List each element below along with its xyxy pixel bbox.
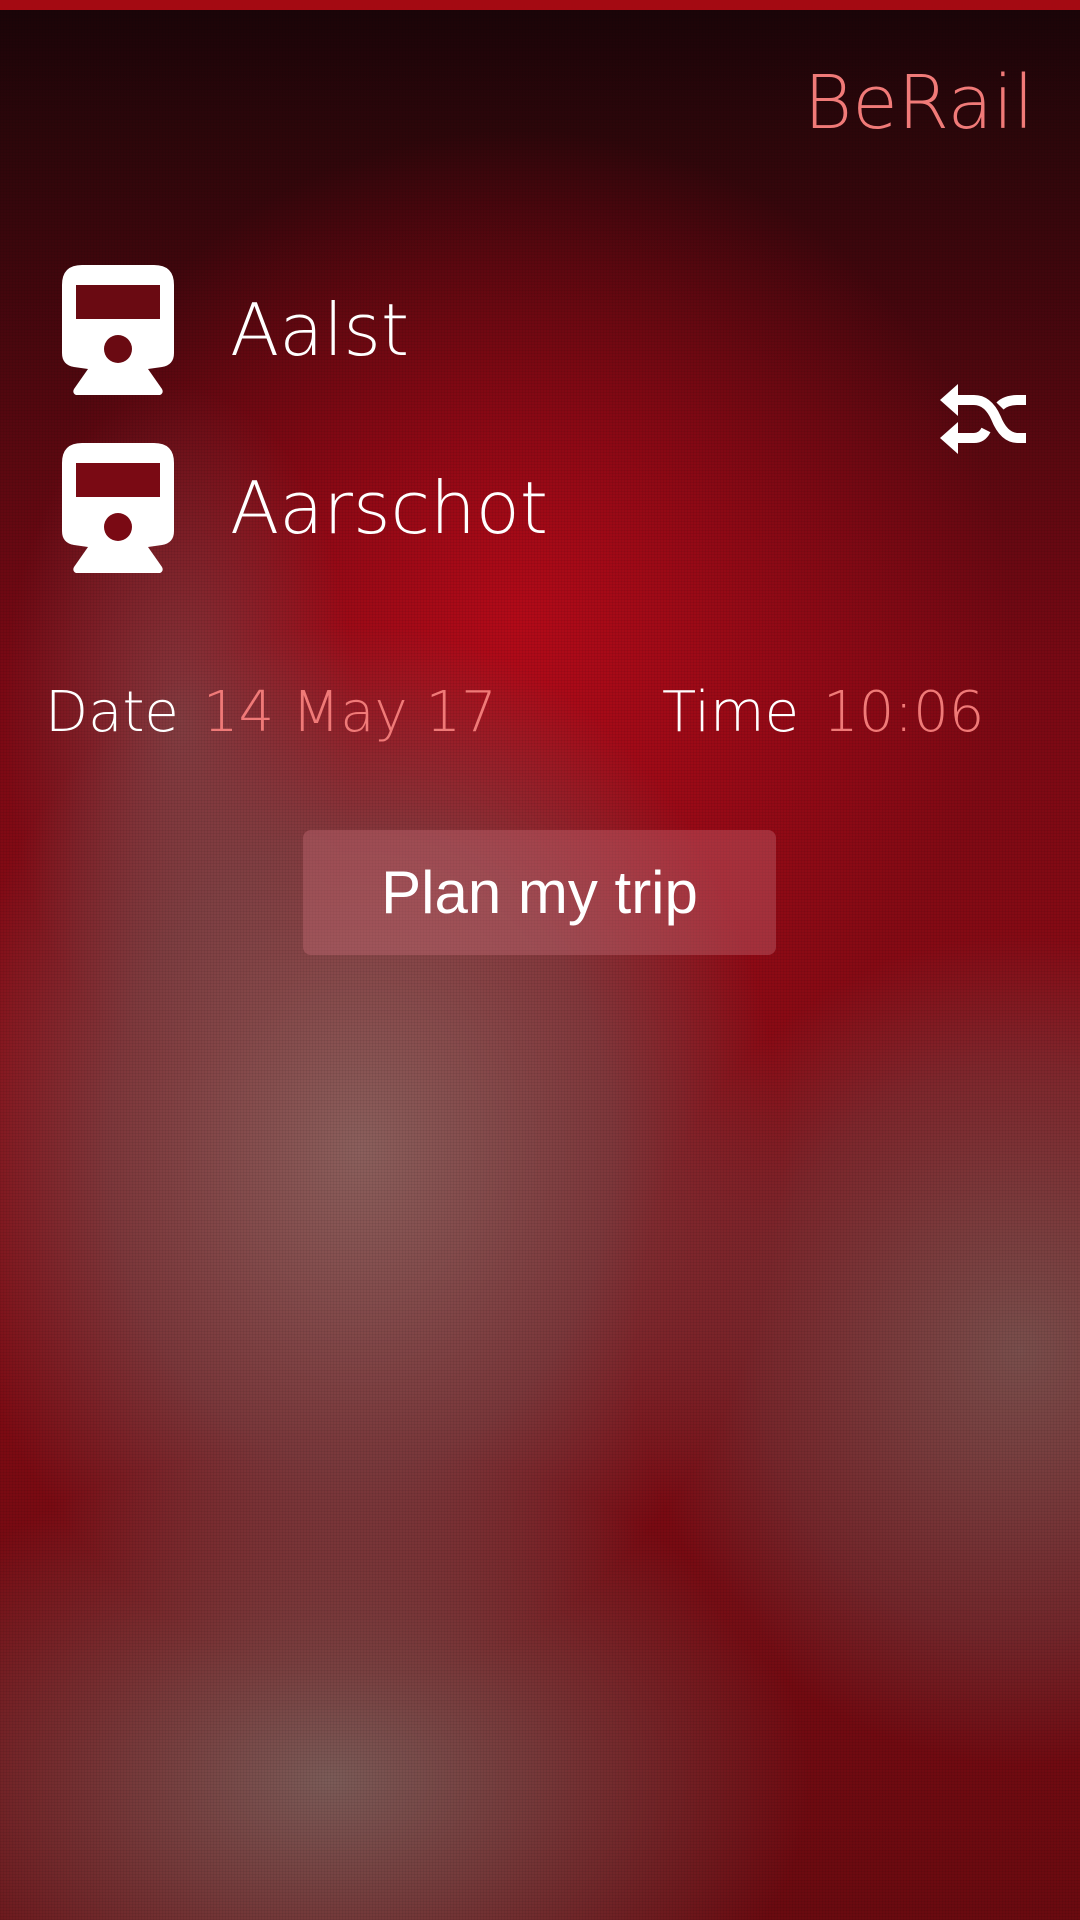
shuffle-swap-icon[interactable] bbox=[940, 380, 1036, 460]
date-label: Date bbox=[45, 680, 179, 745]
train-icon bbox=[62, 265, 174, 395]
app-title: BeRail bbox=[803, 60, 1034, 146]
status-bar bbox=[0, 0, 1080, 10]
train-icon bbox=[62, 443, 174, 573]
from-station-name: Aalst bbox=[230, 288, 410, 372]
date-selector[interactable]: Date 14 May 17 bbox=[45, 680, 497, 745]
to-station-row[interactable]: Aarschot bbox=[62, 443, 548, 573]
to-station-name: Aarschot bbox=[230, 466, 548, 550]
from-station-row[interactable]: Aalst bbox=[62, 265, 409, 395]
app-screen: BeRail Aalst Aarschot Date 14 May 17 Time… bbox=[0, 0, 1080, 1920]
date-value: 14 May 17 bbox=[202, 680, 497, 745]
time-value: 10:06 bbox=[823, 680, 985, 745]
time-selector[interactable]: Time 10:06 bbox=[662, 680, 984, 745]
time-label: Time bbox=[662, 680, 800, 745]
plan-trip-button[interactable]: Plan my trip bbox=[303, 830, 776, 955]
